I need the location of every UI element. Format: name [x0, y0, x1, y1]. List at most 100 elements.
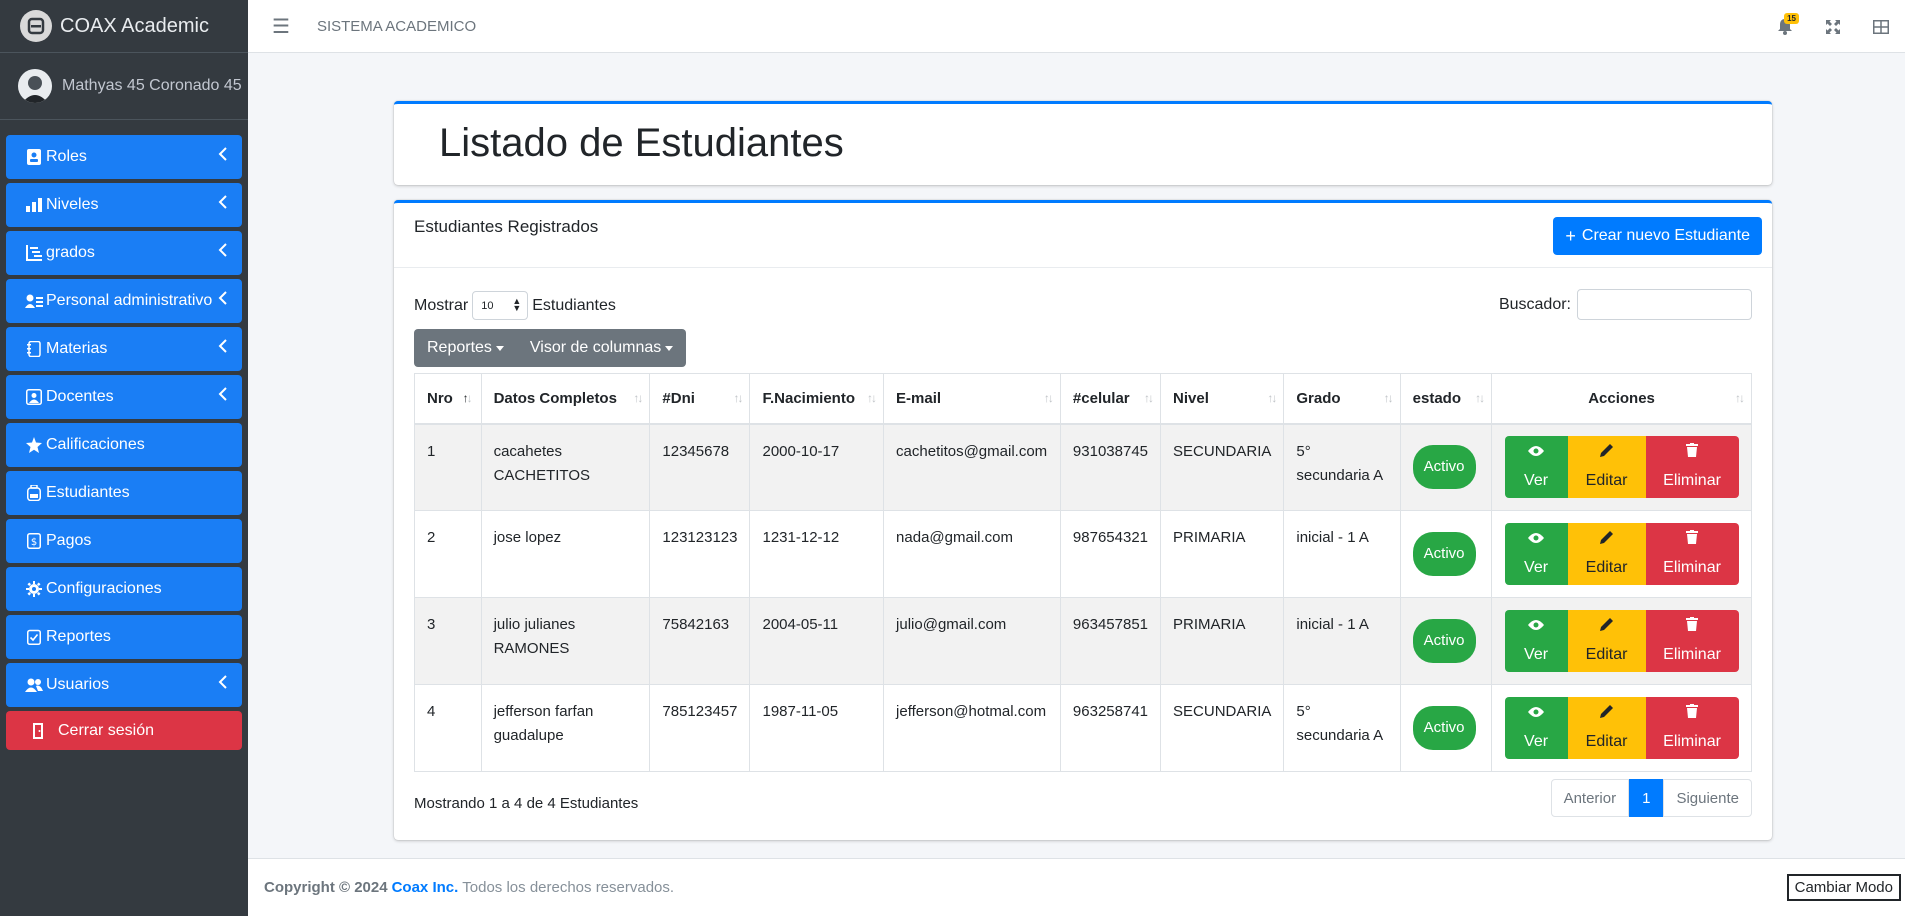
column-header-nivel[interactable]: Nivel ↑↓	[1160, 373, 1285, 425]
view-button[interactable]: Ver	[1504, 436, 1568, 499]
sort-icon: ↑↓	[733, 391, 743, 405]
header-label: Nivel	[1173, 389, 1209, 407]
cell-nro: 2	[414, 510, 482, 598]
header-label: #celular	[1072, 389, 1130, 407]
header-label: E-mail	[896, 389, 942, 407]
edit-button[interactable]: Editar	[1567, 436, 1646, 499]
page-length-select[interactable]: 10 ▲ ▼	[472, 291, 529, 320]
sidebar-item-label: Niveles	[46, 196, 99, 213]
cell-nro: 1	[414, 423, 482, 511]
sidebar-item-reportes[interactable]: Reportes	[6, 615, 242, 659]
chevron-left-icon	[218, 195, 228, 214]
sidebar-item-materias[interactable]: Materias	[6, 327, 242, 371]
edit-button[interactable]: Editar	[1567, 610, 1646, 672]
cell-dni: 785123457	[649, 684, 751, 772]
company-link[interactable]: Coax Inc.	[392, 879, 459, 896]
trash-icon	[1686, 615, 1699, 639]
sidebar-item-personal-administrativo[interactable]: Personal administrativo	[6, 279, 242, 323]
status-badge[interactable]: Activo	[1412, 619, 1476, 663]
status-badge[interactable]: Activo	[1412, 706, 1476, 750]
page-title-card: Listado de Estudiantes	[394, 101, 1772, 185]
notifications-button[interactable]: 15	[1761, 12, 1809, 35]
change-mode-button[interactable]: Cambiar Modo	[1786, 874, 1901, 901]
expand-icon	[1826, 19, 1840, 34]
create-student-button[interactable]: + Crear nuevo Estudiante	[1553, 217, 1762, 255]
column-header-acciones[interactable]: Acciones ↑↓	[1491, 373, 1752, 425]
pagination-next[interactable]: Siguiente	[1663, 779, 1752, 817]
user-panel[interactable]: Mathyas 45 Coronado 45	[0, 53, 248, 120]
sidebar-item-roles[interactable]: Roles	[6, 135, 242, 179]
sidebar-item-estudiantes[interactable]: Estudiantes	[6, 471, 242, 515]
menu-toggle-icon[interactable]: ☰	[272, 14, 290, 39]
page-length-value: 10	[481, 299, 494, 312]
header-label: estado	[1412, 389, 1461, 407]
control-sidebar-button[interactable]	[1857, 19, 1905, 34]
edit-button[interactable]: Editar	[1567, 697, 1646, 759]
view-button[interactable]: Ver	[1504, 523, 1568, 585]
sidebar-item-label: Roles	[46, 148, 87, 165]
search-input[interactable]	[1577, 289, 1752, 320]
sort-icon: ↑↓	[1475, 391, 1485, 405]
column-header-nro[interactable]: Nro ↑↓	[414, 373, 482, 425]
column-header-celular[interactable]: #celular ↑↓	[1059, 373, 1162, 425]
cell-grade: inicial - 1 A	[1283, 510, 1401, 598]
sidebar-item-grados[interactable]: grados	[6, 231, 242, 275]
pagination-previous[interactable]: Anterior	[1550, 779, 1630, 817]
delete-button[interactable]: Eliminar	[1645, 523, 1739, 585]
delete-button[interactable]: Eliminar	[1645, 697, 1739, 759]
gear-icon	[24, 581, 44, 597]
status-badge[interactable]: Activo	[1412, 445, 1476, 490]
pagination-page-1[interactable]: 1	[1629, 779, 1664, 817]
column-header-estado[interactable]: estado ↑↓	[1399, 373, 1493, 425]
column-header-f-nacimiento[interactable]: F.Nacimiento ↑↓	[749, 373, 885, 425]
column-header-grado[interactable]: Grado ↑↓	[1283, 373, 1401, 425]
chevron-left-icon	[218, 339, 228, 358]
column-header-dni[interactable]: #Dni ↑↓	[649, 373, 751, 425]
sidebar-item-configuraciones[interactable]: Configuraciones	[6, 567, 242, 611]
delete-button[interactable]: Eliminar	[1645, 436, 1739, 499]
fullscreen-button[interactable]	[1809, 19, 1857, 34]
sidebar-item-docentes[interactable]: Docentes	[6, 375, 242, 419]
sidebar-item-niveles[interactable]: Niveles	[6, 183, 242, 227]
edit-label: Editar	[1585, 559, 1628, 576]
search-control: Buscador:	[1499, 289, 1752, 320]
table-row: 2 jose lopez 123123123 1231-12-12 nada@g…	[414, 510, 1752, 598]
column-visibility-dropdown-button[interactable]: Visor de columnas	[517, 339, 686, 357]
page-footer: Copyright © 2024 Coax Inc. Todos los der…	[248, 858, 1905, 916]
door-exit-icon	[28, 722, 48, 739]
id-card-icon	[24, 149, 44, 165]
column-header-e-mail[interactable]: E-mail ↑↓	[883, 373, 1061, 425]
cell-phone: 963258741	[1059, 684, 1162, 772]
sidebar-nav: Roles Niveles grados Personal administra…	[0, 120, 248, 750]
cell-dni: 123123123	[649, 510, 751, 598]
column-header-datos-completos[interactable]: Datos Completos ↑↓	[480, 373, 651, 425]
status-badge[interactable]: Activo	[1412, 532, 1476, 576]
brand-link[interactable]: COAX Academic	[0, 0, 248, 53]
sort-icon: ↑↓	[1383, 391, 1394, 405]
show-suffix: Estudiantes	[532, 296, 616, 314]
cell-email: nada@gmail.com	[883, 510, 1061, 598]
sidebar-item-pagos[interactable]: $ Pagos	[6, 519, 242, 563]
search-label: Buscador:	[1498, 295, 1571, 313]
logout-label: Cerrar sesión	[58, 721, 155, 739]
cell-actions: Ver Editar Eliminar	[1491, 684, 1752, 772]
sidebar-item-calificaciones[interactable]: Calificaciones	[6, 423, 242, 467]
view-button[interactable]: Ver	[1504, 697, 1568, 759]
reports-dropdown-button[interactable]: Reportes	[414, 339, 517, 357]
edit-button[interactable]: Editar	[1567, 523, 1646, 585]
pencil-icon	[1599, 441, 1614, 465]
delete-label: Eliminar	[1663, 733, 1721, 750]
edit-label: Editar	[1585, 472, 1628, 490]
view-button[interactable]: Ver	[1504, 610, 1568, 672]
delete-button[interactable]: Eliminar	[1645, 610, 1739, 672]
cell-email: jefferson@hotmal.com	[883, 684, 1061, 772]
cell-status: Activo	[1399, 597, 1493, 685]
cell-phone: 963457851	[1059, 597, 1162, 685]
students-card: Estudiantes Registrados + Crear nuevo Es…	[394, 200, 1772, 840]
cell-dni: 75842163	[649, 597, 751, 685]
logout-button[interactable]: Cerrar sesión	[6, 711, 242, 750]
sidebar-item-usuarios[interactable]: Usuarios	[6, 663, 242, 707]
chevron-left-icon	[218, 387, 228, 406]
cell-birth: 1231-12-12	[749, 510, 885, 598]
cell-grade: 5° secundaria A	[1283, 423, 1401, 511]
